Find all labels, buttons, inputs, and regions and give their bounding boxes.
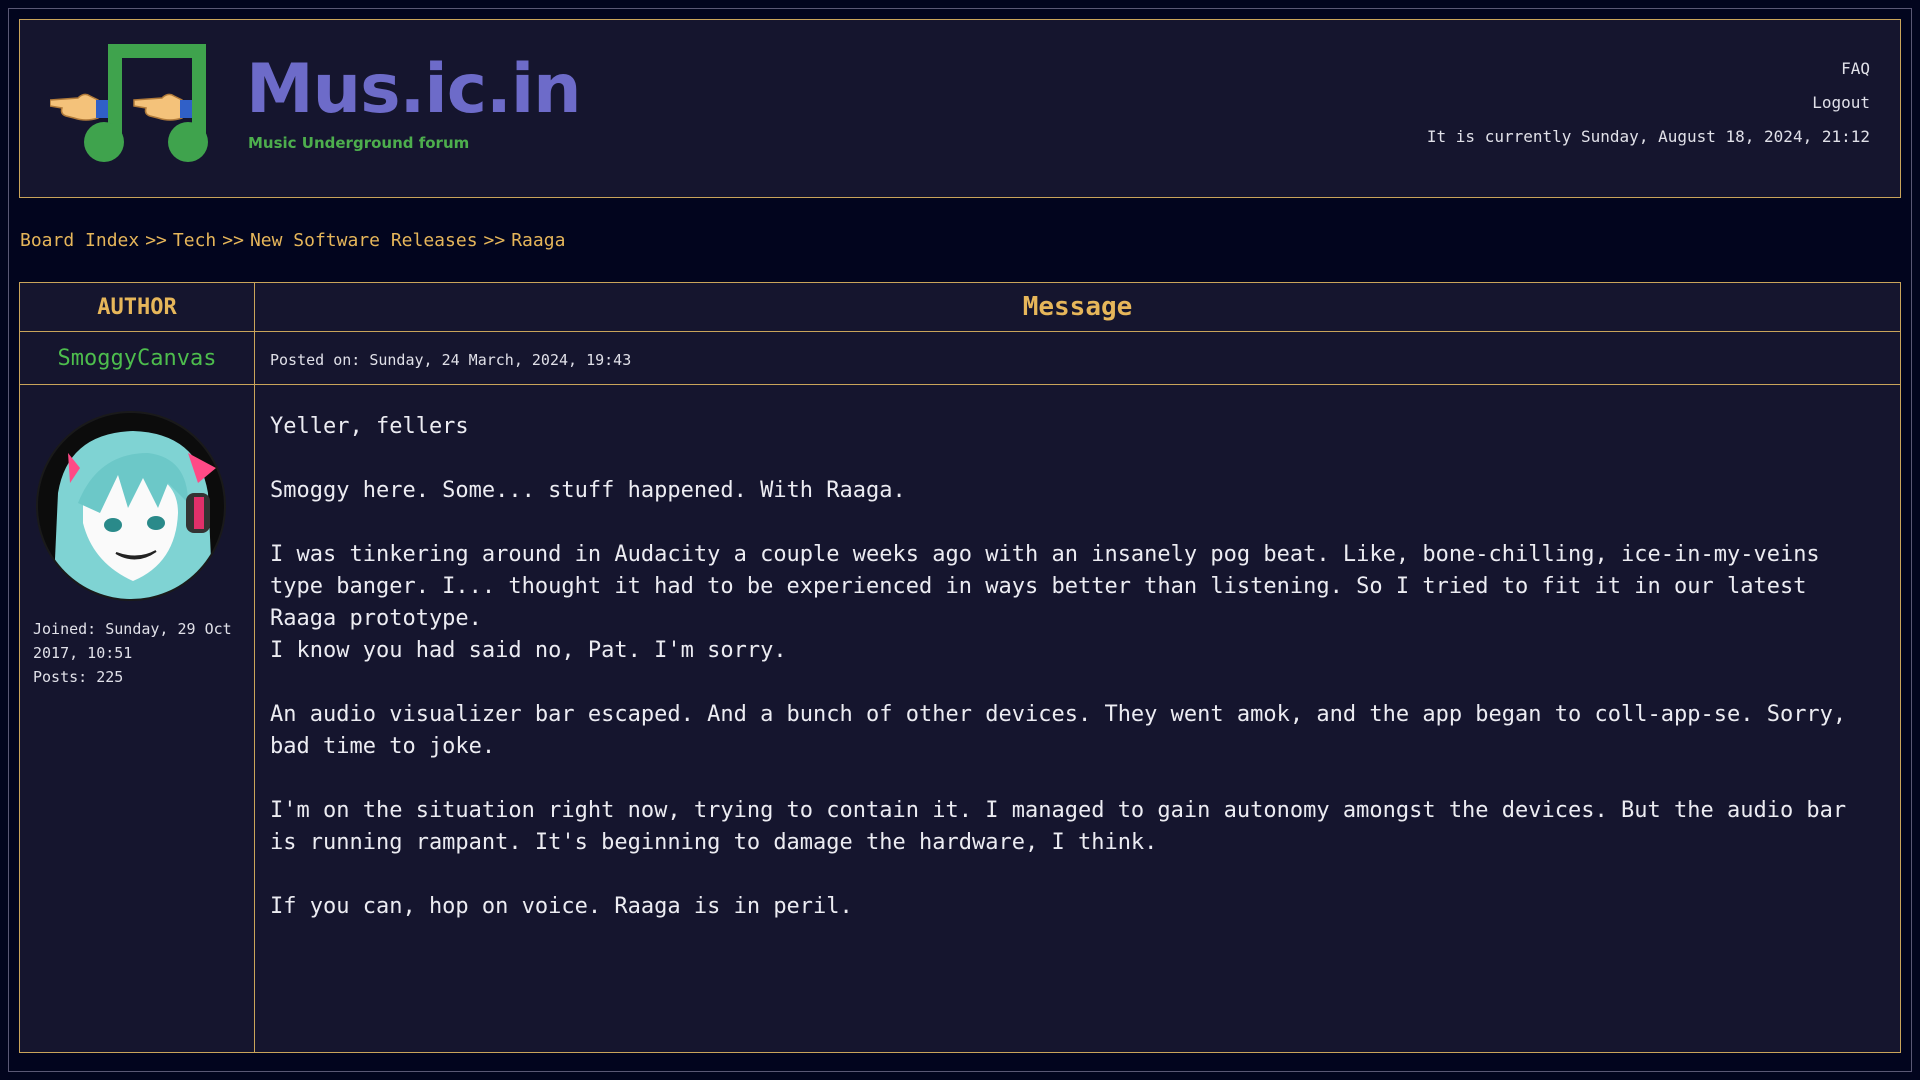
breadcrumb-separator: >> (145, 230, 167, 251)
breadcrumb-separator: >> (483, 230, 506, 251)
message-paragraph: I was tinkering around in Audacity a cou… (270, 542, 1820, 631)
author-column-header: AUTHOR (97, 294, 177, 320)
faq-link[interactable]: FAQ (1841, 59, 1870, 78)
post-table: AUTHOR Message SmoggyCanvas Posted on: S… (19, 282, 1901, 1053)
row-divider (20, 384, 1900, 385)
post-message-body: Yeller, fellers Smoggy here. Some... stu… (270, 411, 1870, 955)
post-author-name[interactable]: SmoggyCanvas (20, 332, 254, 384)
author-info: Joined: Sunday, 29 Oct 2017, 10:51 Posts… (33, 617, 243, 689)
message-paragraph: An audio visualizer bar escaped. And a b… (270, 702, 1847, 759)
avatar-image (38, 413, 224, 599)
avatar[interactable] (36, 411, 226, 601)
breadcrumb-board-index[interactable]: Board Index (20, 230, 139, 251)
pointing-hand-icon (50, 93, 108, 121)
message-paragraph: Yeller, fellers (270, 414, 469, 439)
message-column-header: Message (1022, 292, 1133, 322)
breadcrumb: Board Index >> Tech >> New Software Rele… (20, 230, 565, 251)
message-paragraph: Smoggy here. Some... stuff happened. Wit… (270, 478, 906, 503)
site-logo[interactable]: Mus.ic.in Music Underground forum (50, 42, 582, 182)
message-paragraph: I know you had said no, Pat. I'm sorry. (270, 638, 787, 663)
message-paragraph: If you can, hop on voice. Raaga is in pe… (270, 894, 853, 919)
message-paragraph: I'm on the situation right now, trying t… (270, 798, 1847, 855)
site-title: Mus.ic.in (246, 50, 582, 129)
breadcrumb-tech[interactable]: Tech (173, 230, 216, 251)
music-note-logo-icon (50, 44, 208, 162)
header-links: FAQ Logout It is currently Sunday, Augus… (1427, 52, 1870, 154)
post-timestamp: Posted on: Sunday, 24 March, 2024, 19:43 (270, 351, 632, 369)
site-header: Mus.ic.in Music Underground forum FAQ Lo… (19, 19, 1901, 198)
author-joined-date: 2017, 10:51 (33, 644, 133, 662)
column-divider (254, 283, 255, 1052)
pointing-hand-icon (133, 93, 192, 121)
site-subtitle: Music Underground forum (248, 134, 470, 152)
breadcrumb-raaga[interactable]: Raaga (511, 230, 565, 251)
logout-link[interactable]: Logout (1812, 93, 1870, 112)
current-time: It is currently Sunday, August 18, 2024,… (1426, 127, 1870, 146)
breadcrumb-separator: >> (222, 230, 244, 251)
breadcrumb-new-software-releases[interactable]: New Software Releases (250, 230, 478, 251)
author-joined: Joined: Sunday, 29 Oct (33, 620, 232, 638)
author-post-count: Posts: 225 (33, 668, 124, 686)
